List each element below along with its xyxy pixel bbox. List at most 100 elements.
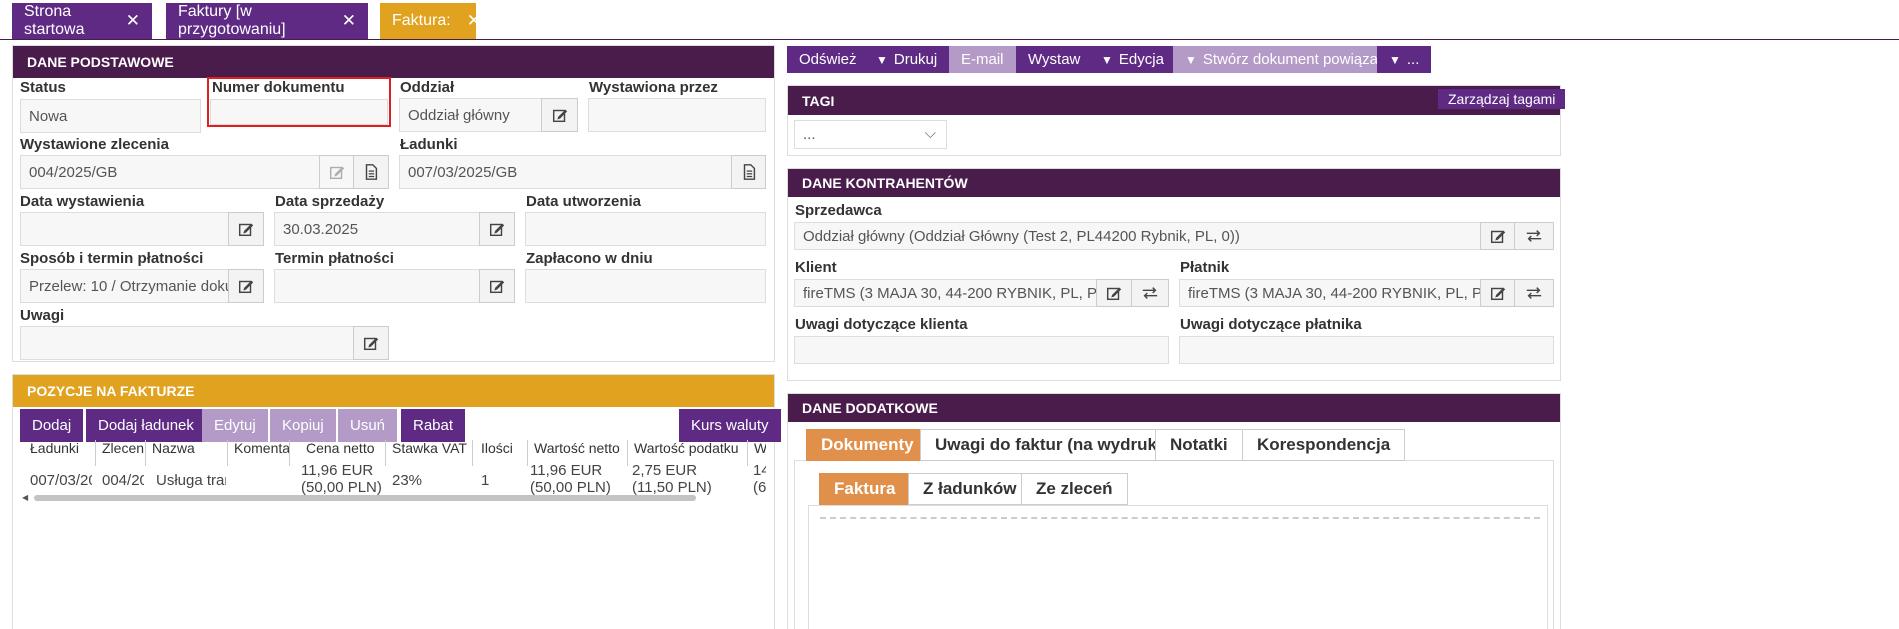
payment-edit-button[interactable] (228, 269, 264, 303)
tab-home[interactable]: Strona startowa ✕ (12, 3, 152, 39)
panel-header: DANE KONTRAHENTÓW (788, 169, 1560, 197)
cell-net-price: 11,96 EUR (301, 462, 374, 479)
due-date-edit-button[interactable] (479, 269, 515, 303)
subtab-from-orders[interactable]: Ze zleceń (1021, 473, 1128, 505)
exchange-rate-button[interactable]: Kurs waluty (679, 409, 781, 442)
issued-by-label: Wystawiona przez (589, 79, 718, 96)
subtab-from-cargo[interactable]: Z ładunków (908, 473, 1032, 505)
print-label: Drukuj (893, 51, 938, 68)
payer-notes-label: Uwagi dotyczące płatnika (1180, 316, 1362, 333)
close-icon[interactable]: ✕ (467, 11, 481, 31)
tab-bar: Strona startowa ✕ Faktury [w przygotowan… (0, 0, 1899, 40)
client-label: Klient (795, 259, 837, 276)
tab-label: Faktura: (392, 12, 451, 29)
cell-name: Usługa trans (156, 472, 226, 489)
edit-icon (1490, 287, 1505, 301)
edit-icon (489, 280, 505, 294)
cell-vat: 23% (392, 472, 423, 489)
scroll-left-icon[interactable]: ◀ (22, 493, 28, 502)
cell-tax-value: 2,75 EUR (632, 462, 698, 479)
tab-label: Faktury [w przygotowaniu] (178, 3, 286, 38)
close-icon[interactable]: ✕ (126, 11, 140, 31)
client-edit-button[interactable] (1096, 279, 1132, 307)
cell-net-value: 11,96 EUR (530, 462, 603, 479)
table-header: Ładunki Zlecen Nazwa Komenta Cena netto … (20, 440, 766, 466)
edit-item-button: Edytuj (202, 409, 268, 442)
close-icon[interactable]: ✕ (342, 11, 356, 31)
client-swap-button[interactable] (1131, 279, 1169, 307)
swap-icon (1142, 287, 1158, 299)
sale-date-field[interactable]: 30.03.2025 (274, 212, 480, 246)
issue-date-field[interactable] (20, 212, 229, 246)
orders-edit-button (319, 155, 354, 189)
sale-date-edit-button[interactable] (479, 212, 515, 246)
payer-notes-field (1179, 336, 1554, 364)
tab-correspondence[interactable]: Korespondencja (1242, 429, 1406, 461)
notes-field (20, 326, 354, 360)
panel-header: POZYCJE NA FAKTURZE (13, 375, 774, 407)
issue-date-edit-button[interactable] (228, 212, 264, 246)
tab-invoices-draft[interactable]: Faktury [w przygotowaniu] ✕ (166, 3, 368, 39)
notes-edit-button[interactable] (353, 326, 389, 360)
document-number-field[interactable] (210, 99, 388, 125)
branch-edit-button[interactable] (541, 98, 578, 132)
seller-swap-button[interactable] (1514, 222, 1554, 250)
add-item-button[interactable]: Dodaj (20, 409, 84, 442)
panel-header: DANE PODSTAWOWE (13, 46, 774, 78)
scrollbar-thumb[interactable] (34, 495, 696, 501)
created-date-field (525, 212, 766, 246)
cell-cargo: 007/03/202 (30, 472, 92, 489)
seller-edit-button[interactable] (1480, 222, 1515, 250)
more-button[interactable]: ▼... (1377, 46, 1432, 73)
edit-label: Edycja (1118, 51, 1164, 68)
tab-notes[interactable]: Notatki (1155, 429, 1243, 461)
issue-button[interactable]: Wystaw (1016, 46, 1093, 73)
delete-item-button: Usuń (338, 409, 398, 442)
cargo-label: Ładunki (400, 136, 458, 153)
refresh-button[interactable]: Odśwież (787, 46, 869, 73)
swap-icon (1526, 230, 1542, 242)
orders-document-button[interactable] (353, 155, 389, 189)
subtab-content (808, 505, 1548, 629)
drop-zone[interactable] (820, 517, 1540, 519)
orders-label: Wystawione zlecenia (20, 136, 169, 153)
due-date-field[interactable] (274, 269, 480, 303)
add-cargo-button[interactable]: Dodaj ładunek (86, 409, 206, 442)
tab-invoice[interactable]: Faktura: ✕ (380, 3, 481, 39)
paid-date-field (525, 269, 766, 303)
edit-menu-button[interactable]: ▼ Edycja (1089, 46, 1176, 73)
orders-field: 004/2025/GB (20, 155, 320, 189)
client-field: fireTMS (3 MAJA 30, 44-200 RYBNIK, PL, P… (794, 279, 1097, 307)
panel-header: DANE DODATKOWE (788, 394, 1560, 422)
edit-icon (238, 223, 254, 237)
edit-icon (1490, 230, 1505, 244)
cell-order: 004/202 (102, 472, 144, 489)
client-notes-field (794, 336, 1169, 364)
create-related-button: ▼ Stwórz dokument powiązany (1173, 46, 1406, 73)
status-field: Nowa (20, 99, 201, 133)
discount-button[interactable]: Rabat (401, 409, 466, 442)
print-button[interactable]: ▼ Drukuj (864, 46, 950, 73)
subtab-invoice[interactable]: Faktura (819, 473, 911, 505)
edit-icon (1106, 287, 1122, 301)
payment-field: Przelew: 10 / Otrzymanie dokume (20, 269, 229, 303)
horizontal-scrollbar[interactable]: ◀ (20, 493, 766, 503)
chevron-down-icon: ▼ (876, 52, 888, 67)
manage-tags-button[interactable]: Zarządzaj tagami (1438, 89, 1566, 109)
payer-swap-button[interactable] (1514, 279, 1554, 307)
client-notes-label: Uwagi dotyczące klienta (795, 316, 968, 333)
due-date-label: Termin płatności (275, 250, 394, 267)
tab-documents[interactable]: Dokumenty (806, 429, 929, 461)
cargo-document-button[interactable] (731, 155, 766, 189)
edit-icon (552, 109, 567, 123)
copy-item-button: Kopiuj (270, 409, 336, 442)
more-label: ... (1406, 51, 1420, 68)
tab-invoice-notes[interactable]: Uwagi do faktur (na wydruku) (920, 429, 1189, 461)
created-date-label: Data utworzenia (526, 193, 642, 210)
payer-edit-button[interactable] (1480, 279, 1515, 307)
cargo-field: 007/03/2025/GB (399, 155, 732, 189)
edit-icon (329, 166, 344, 180)
issued-by-field (588, 98, 766, 132)
tags-select[interactable]: ... ⌵ (794, 120, 947, 149)
tab-label: Strona startowa (24, 3, 85, 38)
